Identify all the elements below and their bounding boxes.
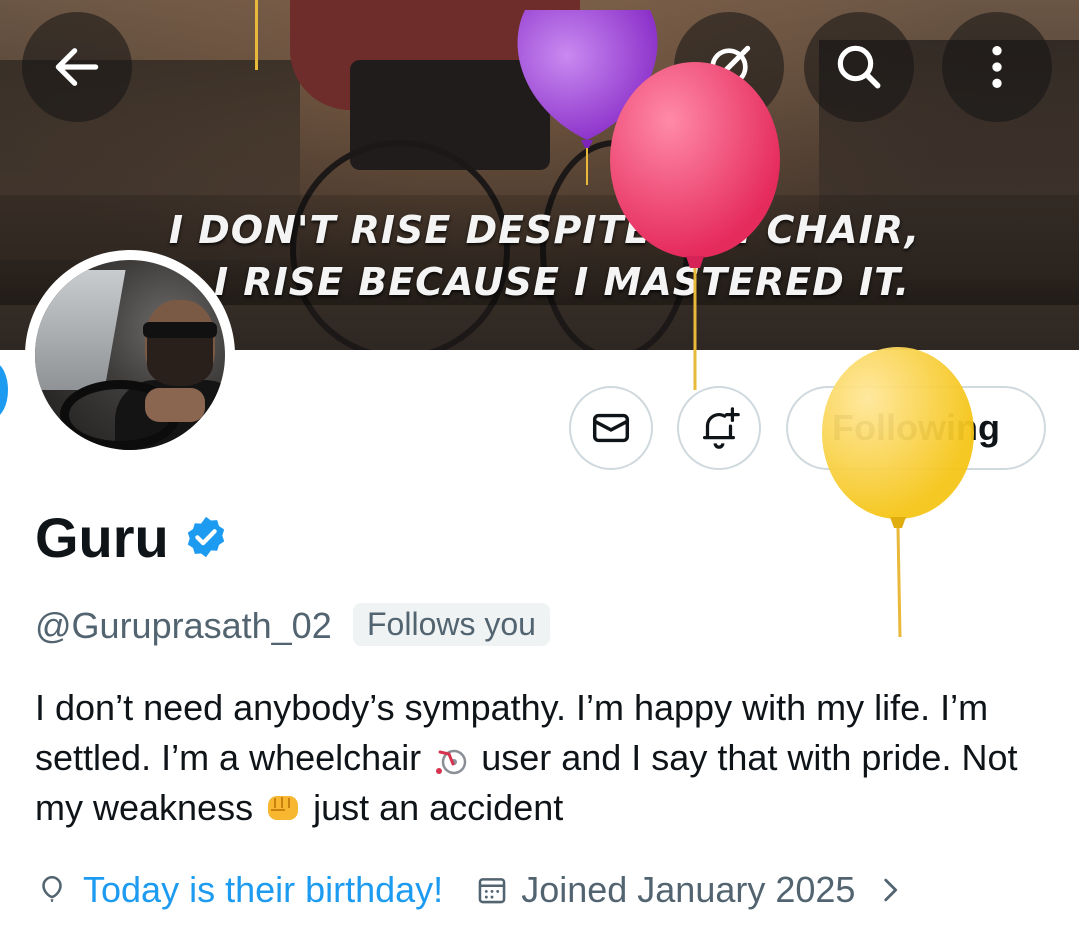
notify-button[interactable] [677, 386, 761, 470]
avatar-sunglasses [143, 322, 217, 338]
profile-meta-row: Today is their birthday! Joined January … [35, 865, 907, 915]
search-button[interactable] [804, 12, 914, 122]
wheelchair-emoji-icon [436, 749, 467, 775]
balloon-icon [42, 875, 62, 903]
avatar-car-window [35, 270, 126, 390]
avatar-beard [147, 338, 213, 386]
more-vertical-icon [992, 46, 1002, 88]
bell-plus-icon [702, 407, 740, 449]
birthday-link[interactable]: Today is their birthday! [83, 869, 443, 911]
profile-handle: @Guruprasath_02 [35, 605, 332, 646]
verified-badge-icon[interactable] [183, 514, 229, 560]
joined-date: Joined January 2025 [521, 869, 856, 910]
fist-emoji-icon [268, 796, 299, 820]
avatar[interactable] [35, 260, 225, 450]
profile-bio: I don’t need anybody’s sympathy. I’m hap… [35, 683, 1045, 833]
search-icon [837, 45, 881, 89]
pink-balloon-icon [610, 62, 780, 390]
more-button[interactable] [942, 12, 1052, 122]
back-button[interactable] [22, 12, 132, 122]
envelope-icon [592, 413, 630, 443]
bio-text-3: just an accident [303, 787, 564, 828]
yellow-balloon-icon [822, 347, 974, 638]
edge-blue-element [0, 362, 8, 418]
avatar-hand [145, 388, 205, 422]
calendar-icon [478, 878, 506, 904]
banner-quote-line1: I DON'T RISE DESPITE THE CHAIR, [168, 208, 921, 252]
follows-you-badge: Follows you [353, 603, 550, 646]
balloon-string [255, 0, 258, 70]
arrow-left-icon [55, 48, 99, 86]
chevron-right-icon[interactable] [873, 873, 907, 907]
message-button[interactable] [569, 386, 653, 470]
profile-name: Guru [35, 506, 169, 569]
